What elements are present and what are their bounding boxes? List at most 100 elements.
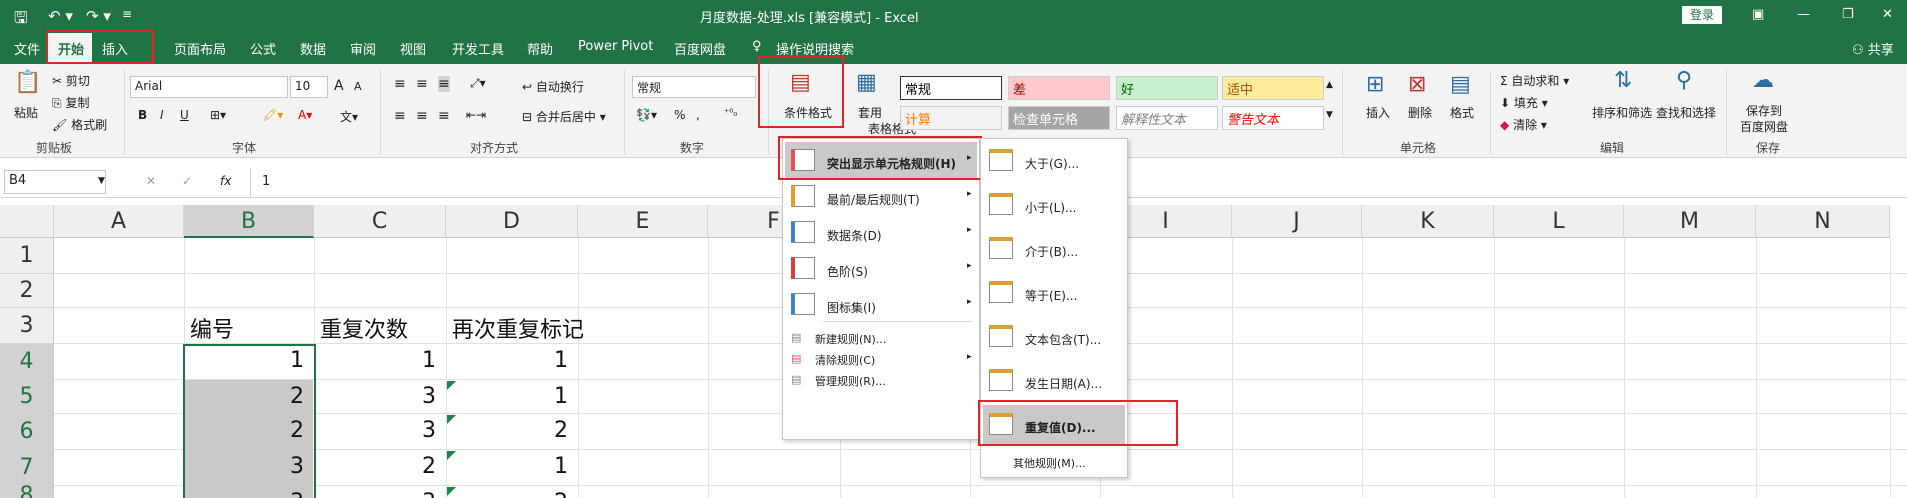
cell-d8[interactable]: 2 [538,490,568,498]
cell-style-0[interactable]: 常规 [900,76,1002,100]
row-header-8[interactable]: 8 [0,485,54,498]
bold-button[interactable]: B [138,108,147,122]
undo-icon[interactable]: ↶ ▾ [48,7,73,25]
delete-cells-button[interactable]: 删除 [1408,104,1432,121]
percent-button[interactable]: % [674,108,685,122]
column-header-C[interactable]: C [314,205,446,238]
row-header-1[interactable]: 1 [0,238,54,274]
conditional-format-icon[interactable]: ▤ [790,70,811,95]
row-header-7[interactable]: 7 [0,450,54,486]
cell-b7[interactable]: 3 [274,454,304,479]
font-name-select[interactable]: Arial [130,76,288,98]
share-button[interactable]: ⚇ 共享 [1852,39,1894,58]
number-format-select[interactable]: 常规 [632,76,756,98]
row-header-5[interactable]: 5 [0,380,54,414]
login-button[interactable]: 登录 [1682,6,1722,24]
baidu-cloud-icon[interactable]: ☁ [1752,68,1774,93]
column-header-E[interactable]: E [578,205,708,238]
formula-input[interactable]: 1 [262,174,270,189]
cf-menu-item-3[interactable]: 色阶(S) [827,263,868,280]
sort-filter-button[interactable]: 排序和筛选 [1592,104,1652,121]
tab-data[interactable]: 数据 [300,39,326,58]
conditional-format-button[interactable]: 条件格式 [784,104,832,121]
fill-button[interactable]: ⬇ 填充 ▾ [1500,94,1548,111]
tab-baidu-netdisk[interactable]: 百度网盘 [674,39,726,58]
sort-filter-icon[interactable]: ⇅ [1614,68,1632,93]
column-header-M[interactable]: M [1624,205,1756,238]
sub-menu-item-6[interactable]: 重复值(D)... [1025,419,1096,436]
tab-review[interactable]: 审阅 [350,39,376,58]
format-painter-button[interactable]: 🖌 格式刷 [52,116,107,133]
cell-c6[interactable]: 3 [406,418,436,443]
cell-b6[interactable]: 2 [274,418,304,443]
row-header-3[interactable]: 3 [0,308,54,344]
cf-menu-item-6[interactable]: 清除规则(C) [815,352,875,368]
paste-icon[interactable]: 📋 [14,70,41,95]
italic-button[interactable]: I [160,108,164,122]
grow-font-button[interactable]: A [334,78,344,94]
cell-style-2[interactable]: 好 [1116,76,1218,100]
row-header-4[interactable]: 4 [0,344,54,380]
minimize-icon[interactable]: — [1797,7,1810,22]
top-align-icon[interactable]: ≡ [394,76,406,92]
enter-icon[interactable]: ✓ [182,174,192,188]
orientation-icon[interactable]: ⤢▾ [470,76,486,91]
tab-view[interactable]: 视图 [400,39,426,58]
tab-insert[interactable]: 插入 [102,39,128,58]
cell-style-7[interactable]: 警告文本 [1222,106,1324,130]
column-header-N[interactable]: N [1756,205,1890,238]
font-size-select[interactable]: 10 [290,76,328,98]
cell-b4[interactable]: 1 [274,348,304,373]
cell-style-4[interactable]: 计算 [900,106,1002,130]
cell-c5[interactable]: 3 [406,384,436,409]
cell-style-5[interactable]: 检查单元格 [1008,106,1110,130]
phonetic-icon[interactable]: 文▾ [340,108,358,125]
select-all-corner[interactable] [0,205,54,238]
restore-icon[interactable]: ❐ [1842,7,1854,22]
tab-page-layout[interactable]: 页面布局 [174,39,226,58]
name-box-dropdown-icon[interactable]: ▼ [98,176,105,186]
close-icon[interactable]: ✕ [1882,7,1893,22]
align-center-icon[interactable]: ≡ [416,108,428,124]
cell-d5[interactable]: 1 [538,384,568,409]
cell-d4[interactable]: 1 [538,348,568,373]
sub-menu-item-5[interactable]: 发生日期(A)... [1025,375,1102,392]
currency-icon[interactable]: 💱▾ [636,108,657,122]
gallery-more-icon[interactable]: ▼ [1326,110,1333,120]
cf-menu-item-4[interactable]: 图标集(I) [827,299,876,316]
sub-menu-item-2[interactable]: 介于(B)... [1025,243,1078,260]
cancel-icon[interactable]: ✕ [146,174,156,188]
name-box[interactable]: B4 [4,170,106,194]
format-as-table-icon[interactable]: ▦ [856,70,877,95]
indent-icon[interactable]: ⇤⇥ [466,108,486,122]
column-header-J[interactable]: J [1232,205,1362,238]
decimal-icons[interactable]: ⁺⁰₀ [724,108,737,119]
insert-cells-icon[interactable]: ⊞ [1366,72,1384,97]
cell-c7[interactable]: 2 [406,454,436,479]
clear-button[interactable]: ◆ 清除 ▾ [1500,116,1547,133]
cf-menu-item-5[interactable]: 新建规则(N)... [815,331,886,347]
copy-button[interactable]: ⎘ 复制 [52,94,89,111]
find-select-icon[interactable]: ⚲ [1676,68,1692,93]
sub-menu-item-1[interactable]: 小于(L)... [1025,199,1077,216]
cell-style-6[interactable]: 解释性文本 [1116,106,1218,130]
cf-menu-item-2[interactable]: 数据条(D) [827,227,882,244]
tab-formulas[interactable]: 公式 [250,39,276,58]
ribbon-display-icon[interactable]: ▣ [1752,7,1764,22]
column-header-K[interactable]: K [1362,205,1494,238]
cell-d7[interactable]: 1 [538,454,568,479]
align-right-icon[interactable]: ≡ [438,108,450,124]
row-header-2[interactable]: 2 [0,274,54,308]
customize-qat-icon[interactable]: ≡ [122,7,132,21]
sub-menu-item-0[interactable]: 大于(G)... [1025,155,1079,172]
tab-home[interactable]: 开始 [58,39,84,58]
tell-me-search[interactable]: 操作说明搜索 [776,39,854,58]
column-header-B[interactable]: B [184,205,314,238]
comma-button[interactable]: , [696,108,700,122]
paste-button[interactable]: 粘贴 [14,104,38,121]
format-cells-icon[interactable]: ▤ [1450,72,1471,97]
insert-function-button[interactable]: fx [220,174,231,188]
redo-icon[interactable]: ↷ ▾ [86,7,111,25]
gallery-up-icon[interactable]: ▲ [1326,80,1333,90]
tab-help[interactable]: 帮助 [527,39,553,58]
